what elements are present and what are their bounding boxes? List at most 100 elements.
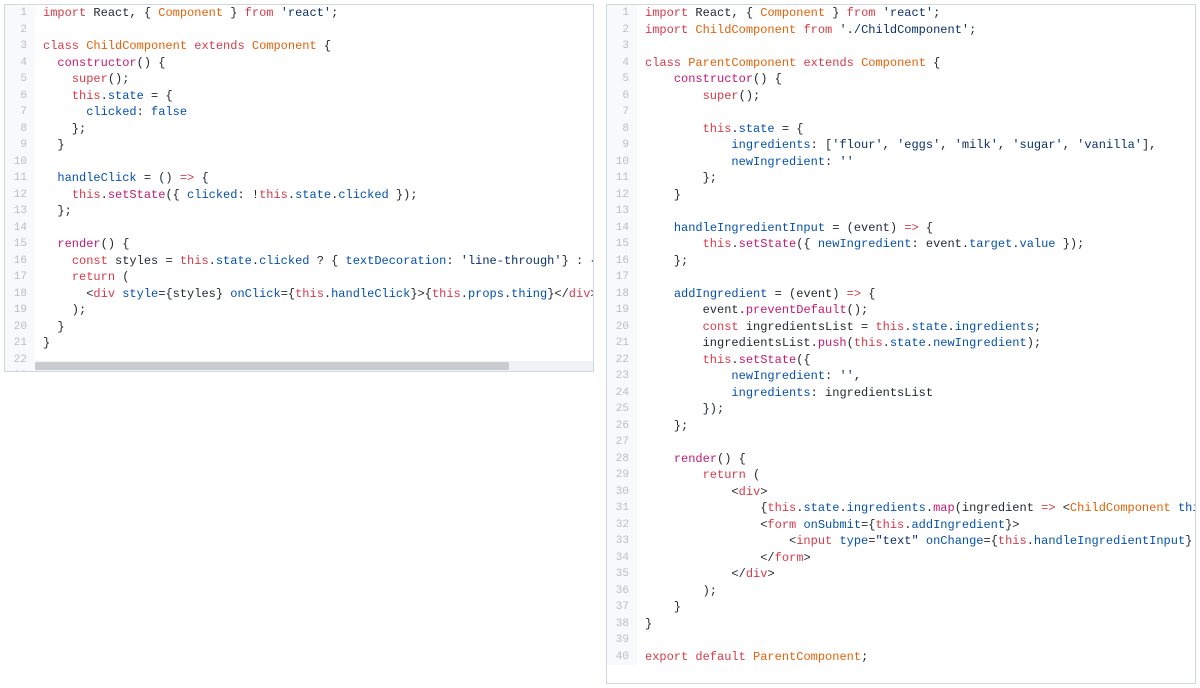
- code-line[interactable]: 29 return (: [607, 467, 1195, 484]
- line-content[interactable]: import React, { Component } from 'react'…: [637, 5, 940, 22]
- line-content[interactable]: this.setState({ newIngredient: event.tar…: [637, 236, 1084, 253]
- code-line[interactable]: 1import React, { Component } from 'react…: [607, 5, 1195, 22]
- code-line[interactable]: 18 <div style={styles} onClick={this.han…: [5, 286, 593, 303]
- code-line[interactable]: 38}: [607, 616, 1195, 633]
- line-content[interactable]: newIngredient: '',: [637, 368, 861, 385]
- line-content[interactable]: constructor() {: [637, 71, 782, 88]
- code-line[interactable]: 16 };: [607, 253, 1195, 270]
- code-line[interactable]: 4 constructor() {: [5, 55, 593, 72]
- line-content[interactable]: }: [35, 137, 65, 154]
- code-line[interactable]: 36 );: [607, 583, 1195, 600]
- line-content[interactable]: this.state = {: [35, 88, 173, 105]
- code-line[interactable]: 10: [5, 154, 593, 171]
- code-line[interactable]: 11 handleClick = () => {: [5, 170, 593, 187]
- line-content[interactable]: </div>: [637, 566, 775, 583]
- line-content[interactable]: };: [637, 170, 717, 187]
- line-content[interactable]: [35, 154, 43, 171]
- code-pane-parent-component[interactable]: 1import React, { Component } from 'react…: [606, 4, 1196, 684]
- code-pane-child-component[interactable]: 1import React, { Component } from 'react…: [4, 4, 594, 372]
- code-line[interactable]: 7: [607, 104, 1195, 121]
- code-line[interactable]: 37 }: [607, 599, 1195, 616]
- line-content[interactable]: addIngredient = (event) => {: [637, 286, 875, 303]
- line-content[interactable]: [35, 220, 43, 237]
- line-content[interactable]: [637, 38, 645, 55]
- line-content[interactable]: }: [637, 187, 681, 204]
- line-content[interactable]: ingredients: ingredientsList: [637, 385, 933, 402]
- line-content[interactable]: constructor() {: [35, 55, 165, 72]
- line-content[interactable]: ingredientsList.push(this.state.newIngre…: [637, 335, 1041, 352]
- line-content[interactable]: [35, 22, 43, 39]
- code-line[interactable]: 6 super();: [607, 88, 1195, 105]
- code-line[interactable]: 8 };: [5, 121, 593, 138]
- line-content[interactable]: });: [637, 401, 724, 418]
- line-content[interactable]: return (: [35, 269, 129, 286]
- line-content[interactable]: super();: [637, 88, 760, 105]
- line-content[interactable]: this.setState({: [637, 352, 811, 369]
- line-content[interactable]: };: [637, 253, 688, 270]
- line-content[interactable]: const ingredientsList = this.state.ingre…: [637, 319, 1041, 336]
- code-body-right[interactable]: 1import React, { Component } from 'react…: [607, 5, 1195, 665]
- code-line[interactable]: 25 });: [607, 401, 1195, 418]
- code-body-left[interactable]: 1import React, { Component } from 'react…: [5, 5, 593, 372]
- line-content[interactable]: import React, { Component } from 'react'…: [35, 5, 338, 22]
- code-line[interactable]: 32 <form onSubmit={this.addIngredient}>: [607, 517, 1195, 534]
- horizontal-scrollbar[interactable]: [35, 361, 593, 371]
- code-line[interactable]: 12 this.setState({ clicked: !this.state.…: [5, 187, 593, 204]
- code-line[interactable]: 5 constructor() {: [607, 71, 1195, 88]
- line-content[interactable]: }: [637, 599, 681, 616]
- code-line[interactable]: 16 const styles = this.state.clicked ? {…: [5, 253, 593, 270]
- code-line[interactable]: 28 render() {: [607, 451, 1195, 468]
- code-line[interactable]: 21}: [5, 335, 593, 352]
- code-line[interactable]: 15 this.setState({ newIngredient: event.…: [607, 236, 1195, 253]
- line-content[interactable]: handleIngredientInput = (event) => {: [637, 220, 933, 237]
- code-line[interactable]: 14 handleIngredientInput = (event) => {: [607, 220, 1195, 237]
- line-content[interactable]: export default ParentComponent;: [637, 649, 868, 666]
- line-content[interactable]: };: [637, 418, 688, 435]
- line-content[interactable]: {this.state.ingredients.map(ingredient =…: [637, 500, 1196, 517]
- code-line[interactable]: 14: [5, 220, 593, 237]
- line-content[interactable]: handleClick = () => {: [35, 170, 209, 187]
- code-line[interactable]: 9 ingredients: ['flour', 'eggs', 'milk',…: [607, 137, 1195, 154]
- code-line[interactable]: 18 addIngredient = (event) => {: [607, 286, 1195, 303]
- line-content[interactable]: <div style={styles} onClick={this.handle…: [35, 286, 594, 303]
- line-content[interactable]: const styles = this.state.clicked ? { te…: [35, 253, 594, 270]
- code-line[interactable]: 11 };: [607, 170, 1195, 187]
- code-line[interactable]: 19 );: [5, 302, 593, 319]
- code-line[interactable]: 2import ChildComponent from './ChildComp…: [607, 22, 1195, 39]
- code-line[interactable]: 17: [607, 269, 1195, 286]
- code-line[interactable]: 30 <div>: [607, 484, 1195, 501]
- code-line[interactable]: 20 }: [5, 319, 593, 336]
- code-line[interactable]: 39: [607, 632, 1195, 649]
- line-content[interactable]: <form onSubmit={this.addIngredient}>: [637, 517, 1020, 534]
- line-content[interactable]: };: [35, 203, 72, 220]
- code-line[interactable]: 22 this.setState({: [607, 352, 1195, 369]
- line-content[interactable]: return (: [637, 467, 760, 484]
- line-content[interactable]: }: [637, 616, 652, 633]
- line-content[interactable]: this.state = {: [637, 121, 803, 138]
- line-content[interactable]: [637, 104, 645, 121]
- code-line[interactable]: 34 </form>: [607, 550, 1195, 567]
- line-content[interactable]: clicked: false: [35, 104, 187, 121]
- code-line[interactable]: 35 </div>: [607, 566, 1195, 583]
- line-content[interactable]: this.setState({ clicked: !this.state.cli…: [35, 187, 418, 204]
- line-content[interactable]: newIngredient: '': [637, 154, 854, 171]
- code-line[interactable]: 19 event.preventDefault();: [607, 302, 1195, 319]
- line-content[interactable]: class ParentComponent extends Component …: [637, 55, 940, 72]
- line-content[interactable]: [637, 269, 645, 286]
- code-line[interactable]: 15 render() {: [5, 236, 593, 253]
- line-content[interactable]: </form>: [637, 550, 811, 567]
- code-line[interactable]: 8 this.state = {: [607, 121, 1195, 138]
- line-content[interactable]: <div>: [637, 484, 767, 501]
- code-line[interactable]: 5 super();: [5, 71, 593, 88]
- line-content[interactable]: [637, 632, 645, 649]
- code-line[interactable]: 12 }: [607, 187, 1195, 204]
- code-line[interactable]: 40export default ParentComponent;: [607, 649, 1195, 666]
- line-content[interactable]: };: [35, 121, 86, 138]
- line-content[interactable]: }: [35, 319, 65, 336]
- code-line[interactable]: 13 };: [5, 203, 593, 220]
- line-content[interactable]: }: [35, 335, 50, 352]
- line-content[interactable]: [637, 203, 645, 220]
- line-content[interactable]: [637, 434, 645, 451]
- code-line[interactable]: 1import React, { Component } from 'react…: [5, 5, 593, 22]
- code-line[interactable]: 17 return (: [5, 269, 593, 286]
